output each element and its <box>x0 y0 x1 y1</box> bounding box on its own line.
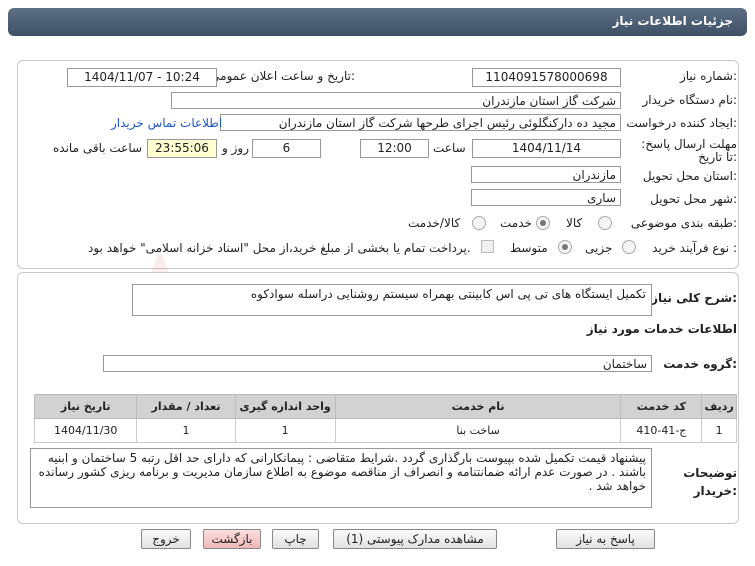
print-button[interactable]: چاپ <box>272 529 319 549</box>
services-section-title: اطلاعات خدمات مورد نیاز <box>586 322 737 336</box>
buyer-notes-textarea[interactable]: پیشنهاد قیمت تکمیل شده بپیوست بارگذاری گ… <box>30 448 652 508</box>
col-need-date: تاریخ نیاز <box>33 394 138 419</box>
process-radio-medium[interactable] <box>558 240 572 254</box>
services-table: ردیف کد خدمت نام خدمت واحد اندازه گیری ت… <box>33 394 737 443</box>
category-option-service: خدمت <box>500 216 532 230</box>
deadline-date-field: 1404/11/14 <box>472 139 621 158</box>
summary-label: شرح کلی نیاز: <box>651 291 737 305</box>
service-group-label: گروه خدمت: <box>663 357 737 371</box>
summary-textarea[interactable]: تکمیل ایستگاه های تی پی اس کابینتی بهمرا… <box>132 284 652 316</box>
category-label: طبقه بندی موضوعی: <box>630 216 737 230</box>
treasury-payment-checkbox[interactable] <box>481 240 494 253</box>
need-details-page: جزئیات اطلاعات نیاز شماره نیاز: 11040915… <box>0 0 755 566</box>
col-unit: واحد اندازه گیری <box>234 394 336 419</box>
city-label: شهر محل تحویل: <box>650 192 737 206</box>
category-option-goods: کالا <box>566 216 583 230</box>
reply-button[interactable]: پاسخ به نیاز <box>556 529 655 549</box>
back-button[interactable]: بازگشت <box>203 529 261 549</box>
cell-quantity: 1 <box>136 418 236 443</box>
cell-service-code: ج-41-410 <box>620 418 703 443</box>
creator-field: مجید ده دارکنگلوئی رئیس اجرای طرحها شرکت… <box>220 114 621 131</box>
cell-row-number: 1 <box>701 418 737 443</box>
deadline-label: مهلت ارسال پاسخ: تا تاریخ: <box>641 137 737 164</box>
announce-datetime-label: تاریخ و ساعت اعلان عمومی: <box>210 69 355 83</box>
remaining-time-field: 23:55:06 <box>147 139 217 158</box>
category-radio-goods[interactable] <box>598 216 612 230</box>
buyer-notes-label: توضیحات خریدار: <box>683 466 737 498</box>
buyer-org-label: نام دستگاه خریدار: <box>642 93 738 107</box>
category-option-goods-service: کالا/خدمت <box>408 216 461 230</box>
view-attachments-button[interactable]: مشاهده مدارک پیوستی (1) <box>333 529 497 549</box>
deadline-time-label: ساعت <box>433 141 466 155</box>
deadline-time-field: 12:00 <box>360 139 429 158</box>
buyer-org-field: شرکت گاز استان مازندران <box>171 92 621 109</box>
process-radio-minor[interactable] <box>622 240 636 254</box>
services-table-header: ردیف کد خدمت نام خدمت واحد اندازه گیری ت… <box>33 394 737 419</box>
province-label: استان محل تحویل: <box>642 169 737 183</box>
cell-service-name: ساخت بنا <box>334 418 622 443</box>
payment-note: پرداخت تمام یا بخشی از مبلغ خرید،از محل … <box>88 241 471 255</box>
cell-need-date: 1404/11/30 <box>33 418 138 443</box>
exit-button[interactable]: خروج <box>141 529 191 549</box>
col-service-code: کد خدمت <box>620 394 703 419</box>
process-option-medium: متوسط <box>510 241 548 255</box>
service-group-field: ساختمان <box>103 355 652 372</box>
buyer-contact-link[interactable]: اطلاعات تماس خریدار <box>111 116 222 130</box>
category-radio-service[interactable] <box>536 216 550 230</box>
col-service-name: نام خدمت <box>334 394 622 419</box>
col-quantity: تعداد / مقدار <box>136 394 236 419</box>
creator-label: ایجاد کننده درخواست: <box>626 116 737 130</box>
cell-unit: 1 <box>234 418 336 443</box>
city-field: ساری <box>471 189 621 206</box>
process-option-minor: جزیی <box>585 241 613 255</box>
days-label: روز و <box>222 141 249 155</box>
province-field: مازندران <box>471 166 621 183</box>
process-label: نوع فرآیند خرید : <box>652 241 737 255</box>
announce-datetime-field: 1404/11/07 - 10:24 <box>67 68 217 87</box>
page-header: جزئیات اطلاعات نیاز <box>8 8 747 36</box>
table-row: 1 ج-41-410 ساخت بنا 1 1 1404/11/30 <box>33 418 737 443</box>
remaining-time-label: ساعت باقی مانده <box>53 141 143 155</box>
category-radio-goods-service[interactable] <box>472 216 486 230</box>
page-title: جزئیات اطلاعات نیاز <box>612 14 733 28</box>
need-number-field: 1104091578000698 <box>472 68 621 87</box>
days-remaining-field: 6 <box>252 139 321 158</box>
need-number-label: شماره نیاز: <box>679 69 737 83</box>
col-row-number: ردیف <box>701 394 737 419</box>
